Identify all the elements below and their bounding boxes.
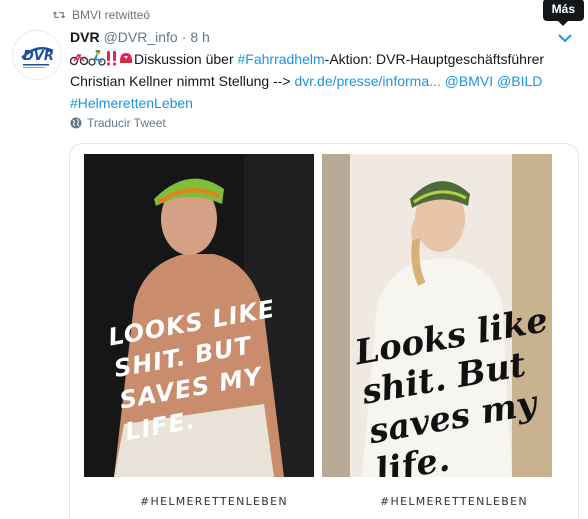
chevron-down-icon[interactable] — [558, 33, 572, 43]
translate-label[interactable]: Traducir Tweet — [87, 116, 166, 130]
retweet-text[interactable]: BMVI retwitteó — [72, 8, 150, 22]
poster-left[interactable]: LOOKS LIKE SHIT. BUT SAVES MY LIFE. — [84, 154, 314, 477]
tweet[interactable]: BMVI retwitteó Más DVR DVR @DVR_info · 8… — [0, 0, 588, 519]
text-part1: Diskussion über — [134, 51, 238, 67]
svg-text:DVR: DVR — [23, 49, 54, 64]
hashtag-helmerettenleben[interactable]: #HelmerettenLeben — [70, 95, 193, 111]
tweet-header: DVR @DVR_info · 8 h — [70, 29, 210, 45]
hashtag-fahrradhelm[interactable]: #Fahrradhelm — [238, 51, 325, 67]
globe-icon — [70, 117, 82, 129]
media-card[interactable]: LOOKS LIKE SHIT. BUT SAVES MY LIFE. Look… — [69, 143, 579, 519]
poster-right-hashtag: #HELMERETTENLEBEN — [380, 495, 528, 508]
helmet-emoji — [120, 53, 132, 63]
translate-tweet[interactable]: Traducir Tweet — [70, 116, 166, 130]
more-tooltip: Más — [542, 0, 584, 26]
author-name[interactable]: DVR — [70, 29, 100, 45]
retweet-context: BMVI retwitteó — [52, 8, 150, 22]
retweet-icon — [52, 11, 66, 19]
avatar[interactable]: DVR — [12, 30, 62, 80]
dvr-logo: DVR — [13, 31, 61, 79]
author-handle[interactable]: @DVR_info — [104, 29, 178, 45]
double-exclamation-emoji — [107, 51, 116, 66]
tweet-text: Diskussion über #Fahrradhelm-Aktion: DVR… — [70, 48, 570, 114]
bicycle-emoji — [70, 53, 88, 66]
timestamp[interactable]: 8 h — [190, 29, 209, 45]
mention-bild[interactable]: @BILD — [497, 73, 542, 89]
article-link[interactable]: dvr.de/presse/informa... — [294, 73, 440, 89]
poster-right[interactable]: Looks like shit. But saves my life. — [322, 154, 552, 477]
poster-left-hashtag: #HELMERETTENLEBEN — [140, 495, 288, 508]
separator: · — [181, 29, 187, 45]
mention-bmvi[interactable]: @BMVI — [445, 73, 493, 89]
cyclist-emoji — [88, 50, 106, 66]
